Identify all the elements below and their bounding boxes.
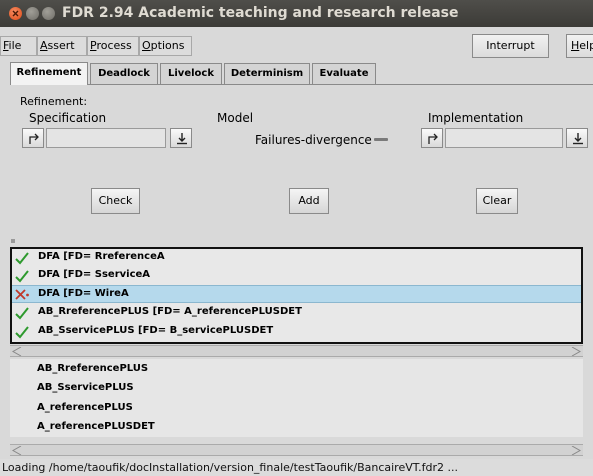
implementation-select-button[interactable] [421, 128, 443, 148]
implementation-dropdown-button[interactable] [566, 128, 588, 148]
tab-panel-border [10, 84, 593, 85]
menu-process-label: rocess [96, 39, 132, 52]
scroll-left-icon[interactable] [12, 446, 22, 455]
menu-assert-label: ssert [47, 39, 75, 52]
check-mark-icon [15, 252, 29, 265]
scroll-right-icon[interactable] [571, 347, 581, 356]
window-title: FDR 2.94 Academic teaching and research … [62, 5, 459, 21]
assertion-row[interactable]: DFA [FD= SserviceA [12, 267, 581, 285]
list-item[interactable]: AB_RreferencePLUS [37, 363, 148, 374]
specification-select-button[interactable] [22, 128, 44, 148]
assertion-list-hscrollbar[interactable] [10, 345, 583, 357]
model-label: Model [217, 111, 254, 125]
assertion-row-selected[interactable]: DFA [FD= WireA [12, 285, 581, 303]
tab-determinism[interactable]: Determinism [224, 63, 310, 84]
menu-options-label: ptions [150, 39, 185, 52]
model-value: Failures-divergence [255, 133, 372, 147]
specification-dropdown-button[interactable] [170, 128, 192, 148]
status-text: Loading /home/taoufik/docInstallation/ve… [2, 461, 459, 474]
clear-button[interactable]: Clear [476, 188, 518, 214]
assertion-row[interactable]: AB_RreferencePLUS [FD= A_referencePLUSDE… [12, 304, 581, 322]
select-arrow-icon [29, 133, 39, 144]
help-label: elp [579, 39, 593, 52]
process-list-hscrollbar[interactable] [10, 444, 583, 456]
title-bar: FDR 2.94 Academic teaching and research … [0, 0, 593, 27]
scroll-left-icon[interactable] [12, 347, 22, 356]
arrow-down-bar-icon [177, 133, 187, 145]
specification-field[interactable] [46, 128, 166, 148]
arrow-down-bar-icon [573, 133, 583, 145]
menu-options-mnemonic: O [142, 39, 151, 52]
check-mark-icon [15, 326, 29, 339]
menu-process[interactable]: Process [87, 36, 139, 56]
tab-deadlock[interactable]: Deadlock [90, 63, 158, 84]
add-button[interactable]: Add [289, 188, 329, 214]
close-window-button[interactable] [9, 7, 22, 20]
maximize-window-button[interactable] [42, 7, 55, 20]
check-mark-icon [15, 270, 29, 283]
assertion-row[interactable]: DFA [FD= RreferenceA [12, 249, 581, 267]
assertion-text: AB_SservicePLUS [FD= B_servicePLUSDET [38, 325, 274, 336]
check-mark-icon [15, 307, 29, 320]
list-item[interactable]: AB_SservicePLUS [37, 382, 134, 393]
cross-mark-icon [15, 289, 29, 300]
process-list: AB_RreferencePLUS AB_SservicePLUS A_refe… [10, 359, 583, 437]
interrupt-button[interactable]: Interrupt [472, 34, 549, 58]
specification-label: Specification [29, 111, 107, 125]
help-button[interactable]: Help [566, 34, 593, 58]
check-button[interactable]: Check [91, 188, 140, 214]
assertion-text: DFA [FD= SserviceA [38, 269, 151, 280]
assertion-text: AB_RreferencePLUS [FD= A_referencePLUSDE… [38, 306, 302, 317]
list-item[interactable]: A_referencePLUS [37, 402, 133, 413]
model-selector-toggle[interactable] [374, 138, 388, 141]
implementation-field[interactable] [445, 128, 563, 148]
implementation-label: Implementation [428, 111, 524, 125]
menu-file[interactable]: File [0, 36, 37, 56]
menu-file-label: ile [8, 39, 22, 52]
assertion-text: DFA [FD= WireA [38, 288, 129, 299]
menu-assert-mnemonic: A [40, 39, 48, 52]
refinement-heading: Refinement: [20, 95, 88, 108]
tab-livelock[interactable]: Livelock [160, 63, 222, 84]
tab-evaluate[interactable]: Evaluate [312, 63, 376, 84]
assertion-list: DFA [FD= RreferenceA DFA [FD= SserviceA … [10, 247, 583, 344]
status-bar: Loading /home/taoufik/docInstallation/ve… [0, 459, 593, 476]
tab-refinement[interactable]: Refinement [10, 62, 88, 85]
assertion-text: DFA [FD= RreferenceA [38, 251, 165, 262]
assertion-row[interactable]: AB_SservicePLUS [FD= B_servicePLUSDET [12, 323, 581, 341]
splitter-handle[interactable] [11, 239, 15, 243]
select-arrow-icon [428, 133, 438, 144]
menu-options[interactable]: Options [139, 36, 192, 56]
scroll-right-icon[interactable] [571, 446, 581, 455]
menu-assert[interactable]: Assert [37, 36, 87, 56]
close-icon [12, 10, 19, 17]
list-item[interactable]: A_referencePLUSDET [37, 421, 155, 432]
minimize-window-button[interactable] [26, 7, 39, 20]
